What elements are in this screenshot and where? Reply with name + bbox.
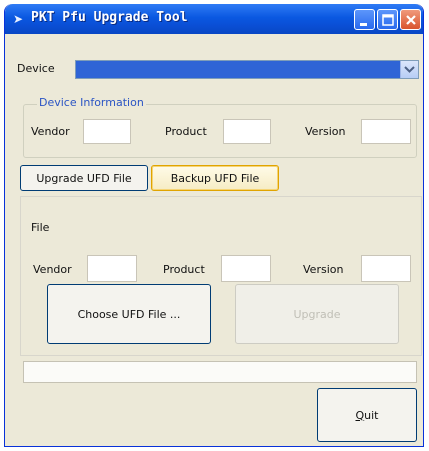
minimize-button[interactable] bbox=[354, 9, 375, 30]
main-window: ➤ PKT Pfu Upgrade Tool Device Device Inf… bbox=[4, 4, 424, 447]
app-icon: ➤ bbox=[13, 12, 24, 26]
device-product-label: Product bbox=[165, 125, 207, 138]
file-label: File bbox=[31, 221, 50, 234]
device-vendor-field bbox=[83, 119, 131, 144]
device-dropdown-arrow[interactable] bbox=[400, 61, 418, 78]
quit-button[interactable]: Quit bbox=[317, 388, 417, 442]
quit-label-rest: uit bbox=[364, 408, 379, 422]
device-vendor-label: Vendor bbox=[31, 125, 70, 138]
device-dropdown[interactable] bbox=[75, 60, 419, 79]
file-vendor-field bbox=[87, 255, 137, 282]
file-version-field bbox=[361, 255, 411, 282]
tab-backup-ufd-file[interactable]: Backup UFD File bbox=[151, 165, 279, 191]
file-version-label: Version bbox=[303, 263, 344, 276]
close-button[interactable] bbox=[400, 9, 421, 30]
quit-accelerator: Q bbox=[355, 408, 365, 422]
progress-bar bbox=[23, 361, 417, 383]
device-information-title: Device Information bbox=[37, 96, 146, 109]
minimize-icon bbox=[360, 23, 367, 26]
tab-upgrade-ufd-file[interactable]: Upgrade UFD File bbox=[20, 165, 148, 191]
device-version-label: Version bbox=[305, 125, 346, 138]
quit-label: Quit bbox=[355, 409, 378, 422]
upgrade-button[interactable]: Upgrade bbox=[235, 284, 399, 344]
maximize-button[interactable] bbox=[377, 9, 398, 30]
close-icon bbox=[406, 15, 416, 25]
file-product-label: Product bbox=[163, 263, 205, 276]
choose-ufd-file-button[interactable]: Choose UFD File ... bbox=[47, 284, 211, 344]
title-bar[interactable]: ➤ PKT Pfu Upgrade Tool bbox=[5, 4, 423, 34]
chevron-down-icon bbox=[404, 66, 415, 73]
device-label: Device bbox=[17, 62, 55, 75]
device-version-field bbox=[361, 119, 411, 144]
file-vendor-label: Vendor bbox=[33, 263, 72, 276]
file-product-field bbox=[221, 255, 271, 282]
window-title: PKT Pfu Upgrade Tool bbox=[31, 10, 188, 25]
maximize-icon bbox=[382, 14, 394, 26]
device-product-field bbox=[223, 119, 271, 144]
